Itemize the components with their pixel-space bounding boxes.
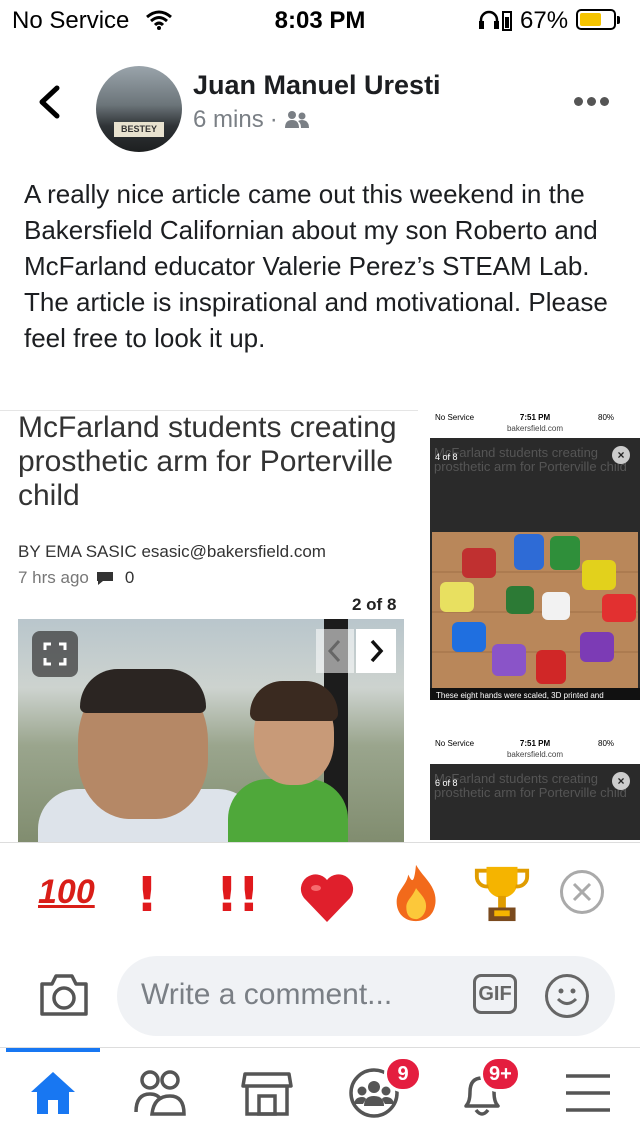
- headphone-battery-icon: [502, 11, 512, 31]
- camera-icon[interactable]: [38, 970, 90, 1020]
- fire-reaction-icon[interactable]: [390, 863, 442, 923]
- reaction-bar: 100 ! !!: [0, 842, 640, 948]
- home-icon[interactable]: [27, 1068, 79, 1118]
- prev-slide-icon: [316, 629, 354, 673]
- thumbnail-close-icon: ×: [612, 446, 630, 464]
- comment-bubble-icon: [96, 572, 113, 585]
- avatar-license-plate: BESTEY: [114, 122, 164, 137]
- thumbnail-url: bakersfield.com: [506, 424, 564, 433]
- marketplace-icon[interactable]: [241, 1068, 293, 1118]
- article-photo: [18, 619, 404, 843]
- gif-button[interactable]: GIF: [473, 974, 517, 1014]
- post-time[interactable]: 6 mins: [193, 106, 264, 134]
- headphones-icon: [479, 10, 499, 29]
- slide-counter: 2 of 8: [352, 595, 397, 614]
- more-dot-icon: [600, 97, 609, 106]
- screenshot-thumbnail-4-of-8[interactable]: No Service 7:51 PM 80% bakersfield.com M…: [430, 410, 640, 700]
- article-comment-count: 0: [124, 568, 135, 587]
- expand-icon: [32, 631, 78, 677]
- hundred-points-reaction[interactable]: 100: [38, 873, 95, 933]
- comment-placeholder: Write a comment...: [141, 978, 393, 1011]
- article-byline: BY EMA SASIC esasic@bakersfield.com: [18, 542, 326, 561]
- more-dot-icon: [574, 97, 583, 106]
- post-meta: 6 mins ·: [193, 106, 310, 134]
- article-time: 7 hrs ago: [18, 568, 89, 587]
- back-arrow-icon[interactable]: [32, 82, 72, 122]
- thumbnail-close-icon: ×: [612, 772, 630, 790]
- tab-bar: 9 9+: [0, 1047, 640, 1137]
- smiley-icon[interactable]: [545, 974, 589, 1018]
- more-options-button[interactable]: [574, 93, 613, 111]
- notifications-badge: 9+: [480, 1056, 521, 1092]
- post-text: A really nice article came out this week…: [24, 179, 608, 353]
- thumbnail-ghost-title: McFarland students creating prosthetic a…: [434, 445, 627, 474]
- article-title: McFarland students creating prosthetic a…: [18, 411, 397, 512]
- more-dot-icon: [587, 97, 596, 106]
- trophy-reaction-icon[interactable]: [472, 863, 532, 923]
- friends-icon: [284, 111, 309, 128]
- article-screenshot[interactable]: McFarland students creating prosthetic a…: [0, 410, 418, 843]
- thumbnail-battery: 80%: [598, 739, 615, 748]
- battery-icon: [576, 9, 620, 30]
- battery-fill: [580, 13, 601, 26]
- menu-icon[interactable]: [562, 1068, 614, 1118]
- active-tab-indicator: [6, 1048, 100, 1052]
- heart-reaction-icon[interactable]: [298, 867, 356, 927]
- thumbnail-battery: 80%: [598, 413, 615, 422]
- thumbnail-slide-counter: 4 of 8: [435, 452, 458, 462]
- double-exclamation-reaction[interactable]: !!: [216, 867, 260, 927]
- battery-percent: 67%: [520, 7, 569, 34]
- thumbnail-status-bar: No Service 7:51 PM 80% bakersfield.com: [430, 410, 640, 434]
- thumbnail-status-bar: No Service 7:51 PM 80% bakersfield.com: [430, 736, 640, 760]
- next-slide-icon: [356, 629, 396, 673]
- article-posted: 7 hrs ago 0: [18, 568, 134, 588]
- author-name[interactable]: Juan Manuel Uresti: [193, 70, 441, 101]
- thumbnail-caption: These eight hands were scaled, 3D printe…: [430, 688, 640, 700]
- thumbnail-url: bakersfield.com: [506, 750, 564, 759]
- close-icon: [572, 882, 592, 902]
- thumbnail-slide-counter: 6 of 8: [435, 778, 458, 788]
- status-bar: No Service 8:03 PM 67%: [0, 0, 640, 40]
- screenshot-thumbnail-6-of-8[interactable]: No Service 7:51 PM 80% bakersfield.com M…: [430, 736, 640, 840]
- exclamation-reaction[interactable]: !: [136, 867, 158, 927]
- close-reactions-button[interactable]: [560, 870, 604, 914]
- thumbnail-ghost-title: McFarland students creating prosthetic a…: [434, 771, 627, 800]
- meta-separator: ·: [269, 106, 278, 133]
- printed-hands-photo: [432, 532, 638, 692]
- groups-badge: 9: [384, 1056, 422, 1092]
- comment-input[interactable]: Write a comment... GIF: [117, 956, 615, 1036]
- avatar[interactable]: BESTEY: [96, 66, 182, 152]
- friends-icon[interactable]: [134, 1068, 186, 1118]
